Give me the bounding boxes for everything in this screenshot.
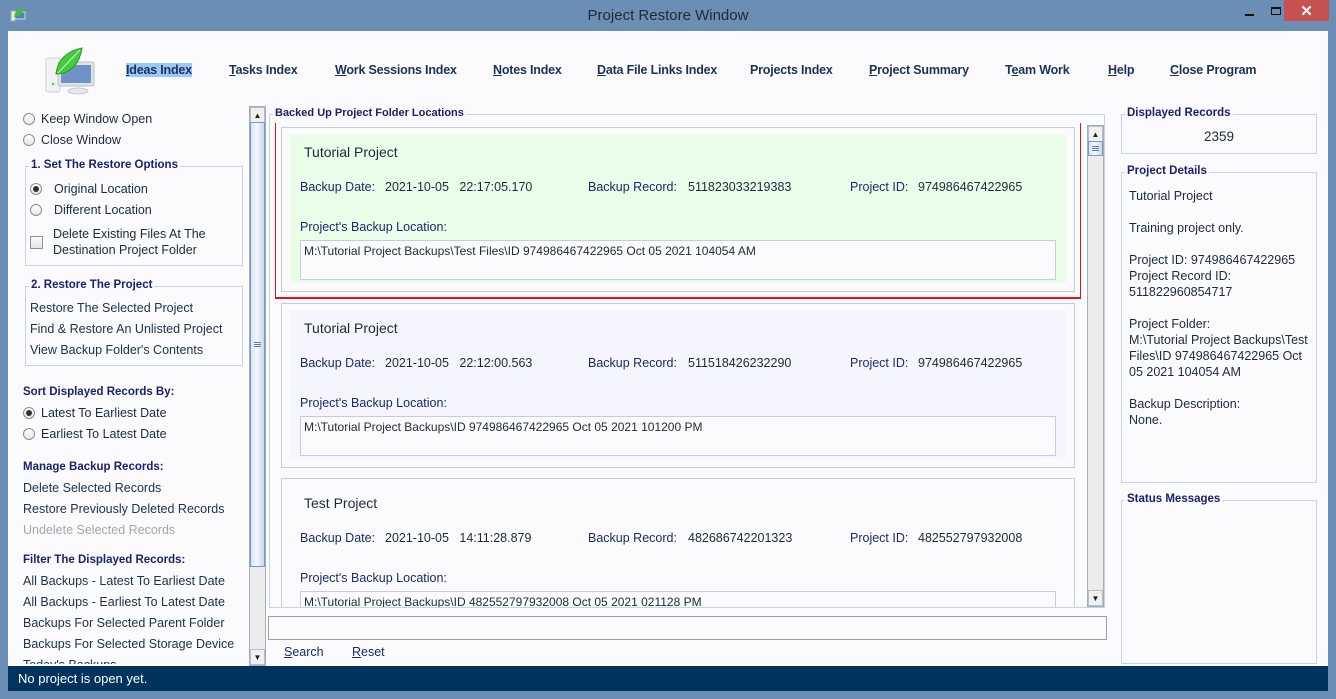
checkbox-icon [30,235,43,249]
record-backup-location[interactable]: M:\Tutorial Project Backups\Test Files\I… [300,240,1056,280]
nav-data-file-links-index[interactable]: Data File Links Index [597,63,717,77]
grip-icon [254,342,261,347]
nav-projects-index[interactable]: Projects Index [750,63,833,77]
record-backup-location[interactable]: M:\Tutorial Project Backups\ID 974986467… [300,416,1056,456]
left-panel-scrollbar[interactable]: ▲ ▼ [249,106,266,666]
search-button[interactable]: Search [284,645,324,659]
restore-options-group: 1. Set The Restore Options Original Loca… [25,159,243,266]
record-card[interactable]: Tutorial Project Backup Date: 2021-10-05… [275,123,1081,299]
record-project-id: 974986467422965 [918,356,1023,370]
nav-ideas-index[interactable]: Ideas Index [126,63,192,77]
filter-todays-backups-link[interactable]: Today's Backups [23,658,116,664]
displayed-records-group: Displayed Records 2359 [1121,107,1317,154]
nav-work-sessions-index[interactable]: Work Sessions Index [335,63,457,77]
record-backup-record: 511823033219383 [688,180,792,194]
status-bar: No project is open yet. [8,666,1328,691]
sort-latest-to-earliest-radio[interactable]: Latest To Earliest Date [23,406,167,420]
radio-icon [30,204,42,216]
record-project-id: 482552797932008 [918,531,1023,545]
find-restore-unlisted-project-link[interactable]: Find & Restore An Unlisted Project [30,322,222,336]
radio-selected-icon [30,183,42,195]
nav-close-program[interactable]: Close Program [1170,63,1257,77]
nav-label: deas Index [129,63,192,77]
record-backup-date: 2021-10-05 22:17:05.170 [385,180,533,194]
filter-storage-device-link[interactable]: Backups For Selected Storage Device [23,637,234,651]
restore-project-group: 2. Restore The Project Restore The Selec… [25,279,243,366]
sort-heading: Sort Displayed Records By: [23,386,175,398]
displayed-records-count: 2359 [1203,129,1235,144]
app-logo [45,47,95,95]
scroll-down-arrow[interactable]: ▼ [250,649,265,665]
view-backup-folder-contents-link[interactable]: View Backup Folder's Contents [30,343,203,357]
client-area: Ideas Index Tasks Index Work Sessions In… [8,31,1328,691]
scrollbar-thumb[interactable] [250,122,265,567]
filter-parent-folder-link[interactable]: Backups For Selected Parent Folder [23,616,225,630]
grip-icon [1092,146,1099,151]
title-bar: Project Restore Window ✕ [0,0,1336,31]
radio-icon [23,134,35,146]
backup-locations-group: Backed Up Project Folder Locations Tutor… [269,107,1105,608]
reset-button[interactable]: Reset [352,645,385,659]
keep-window-open-radio[interactable]: Keep Window Open [23,112,152,126]
filter-heading: Filter The Displayed Records: [23,554,186,566]
project-details-text: Tutorial Project Training project only. … [1129,189,1308,427]
radio-icon [23,428,35,440]
record-project-name: Tutorial Project [304,144,398,160]
filter-all-earliest-link[interactable]: All Backups - Earliest To Latest Date [23,595,225,609]
scroll-up-arrow[interactable]: ▲ [1088,126,1103,142]
nav-help[interactable]: Help [1108,63,1135,77]
records-list: Tutorial Project Backup Date: 2021-10-05… [275,123,1081,607]
record-backup-date: 2021-10-05 14:11:28.879 [385,531,532,545]
window-title: Project Restore Window [587,7,749,24]
status-messages-group: Status Messages [1121,493,1317,664]
record-backup-record: 482686742201323 [688,531,793,545]
record-project-name: Test Project [304,495,378,511]
search-input[interactable] [268,616,1107,640]
record-backup-location[interactable]: M:\Tutorial Project Backups\ID 482552797… [300,591,1056,607]
close-window-radio[interactable]: Close Window [23,133,121,147]
close-icon: ✕ [1300,2,1313,20]
manage-heading: Manage Backup Records: [23,461,164,473]
different-location-radio[interactable]: Different Location [30,203,152,217]
restore-selected-project-link[interactable]: Restore The Selected Project [30,301,193,315]
records-scrollbar[interactable]: ▲ ▼ [1087,125,1104,607]
restore-previously-deleted-records-link[interactable]: Restore Previously Deleted Records [23,502,224,516]
project-details-group: Project Details Tutorial Project Trainin… [1121,165,1317,483]
scroll-up-arrow[interactable]: ▲ [250,107,265,123]
sort-earliest-to-latest-radio[interactable]: Earliest To Latest Date [23,427,167,441]
record-backup-record: 511518426232290 [688,356,792,370]
filter-all-latest-link[interactable]: All Backups - Latest To Earliest Date [23,574,225,588]
record-backup-date: 2021-10-05 22:12:00.563 [385,356,533,370]
close-button[interactable]: ✕ [1284,0,1329,21]
undelete-selected-records-link: Undelete Selected Records [23,523,176,537]
record-project-name: Tutorial Project [304,320,398,336]
scroll-down-arrow[interactable]: ▼ [1088,590,1103,606]
original-location-radio[interactable]: Original Location [30,182,148,196]
record-card[interactable]: Test Project Backup Date: 2021-10-05 14:… [275,473,1081,607]
nav-tasks-index[interactable]: Tasks Index [229,63,298,77]
nav-team-work[interactable]: Team Work [1005,63,1070,77]
radio-icon [23,113,35,125]
delete-existing-files-checkbox[interactable]: Delete Existing Files At The Destination… [30,226,206,258]
record-card[interactable]: Tutorial Project Backup Date: 2021-10-05… [275,298,1081,468]
radio-selected-icon [23,407,35,419]
minimize-icon [1244,13,1254,16]
nav-project-summary[interactable]: Project Summary [869,63,969,77]
nav-notes-index[interactable]: Notes Index [493,63,562,77]
scrollbar-thumb[interactable] [1088,141,1103,156]
minimize-button[interactable] [1236,0,1262,21]
delete-selected-records-link[interactable]: Delete Selected Records [23,481,161,495]
left-panel: Keep Window Open Close Window 1. Set The… [8,104,248,664]
maximize-icon [1271,6,1281,15]
record-project-id: 974986467422965 [918,180,1023,194]
